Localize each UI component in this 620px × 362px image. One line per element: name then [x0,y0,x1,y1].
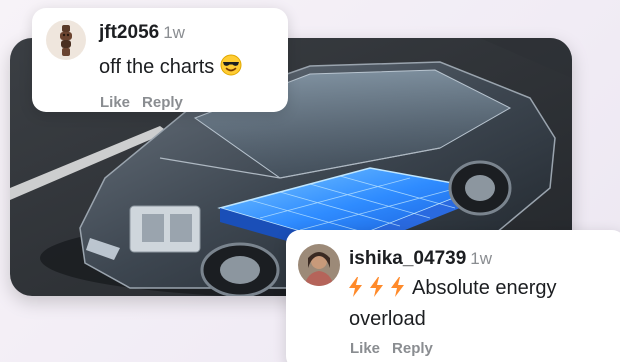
high-voltage-icon [349,277,362,305]
user-avatar-icon [46,20,86,60]
like-button[interactable]: Like [350,340,380,357]
comment-timestamp: 1w [163,23,185,42]
avatar[interactable] [298,244,340,286]
comment-text: off the charts [99,56,215,78]
comment-username[interactable]: ishika_04739 [349,248,466,269]
user-avatar-icon [298,244,340,286]
high-voltage-icon [370,277,383,305]
comment-text-row: Absolute energy overload [349,274,614,333]
comment-timestamp: 1w [470,249,492,268]
comment-card: jft2056 1w off the charts Like Reply [32,8,288,112]
comment-text-row: off the charts [99,54,242,82]
avatar[interactable] [46,20,86,60]
reply-button[interactable]: Reply [392,340,433,357]
like-button[interactable]: Like [100,94,130,111]
smiling-face-with-sunglasses-icon [220,54,242,82]
comment-username[interactable]: jft2056 [99,22,159,43]
comment-card: ishika_04739 1w Absolute energy overload … [286,230,620,362]
comment-actions: Like Reply [100,94,183,111]
comment-actions: Like Reply [350,340,433,357]
reply-button[interactable]: Reply [142,94,183,111]
high-voltage-icon [391,277,404,305]
